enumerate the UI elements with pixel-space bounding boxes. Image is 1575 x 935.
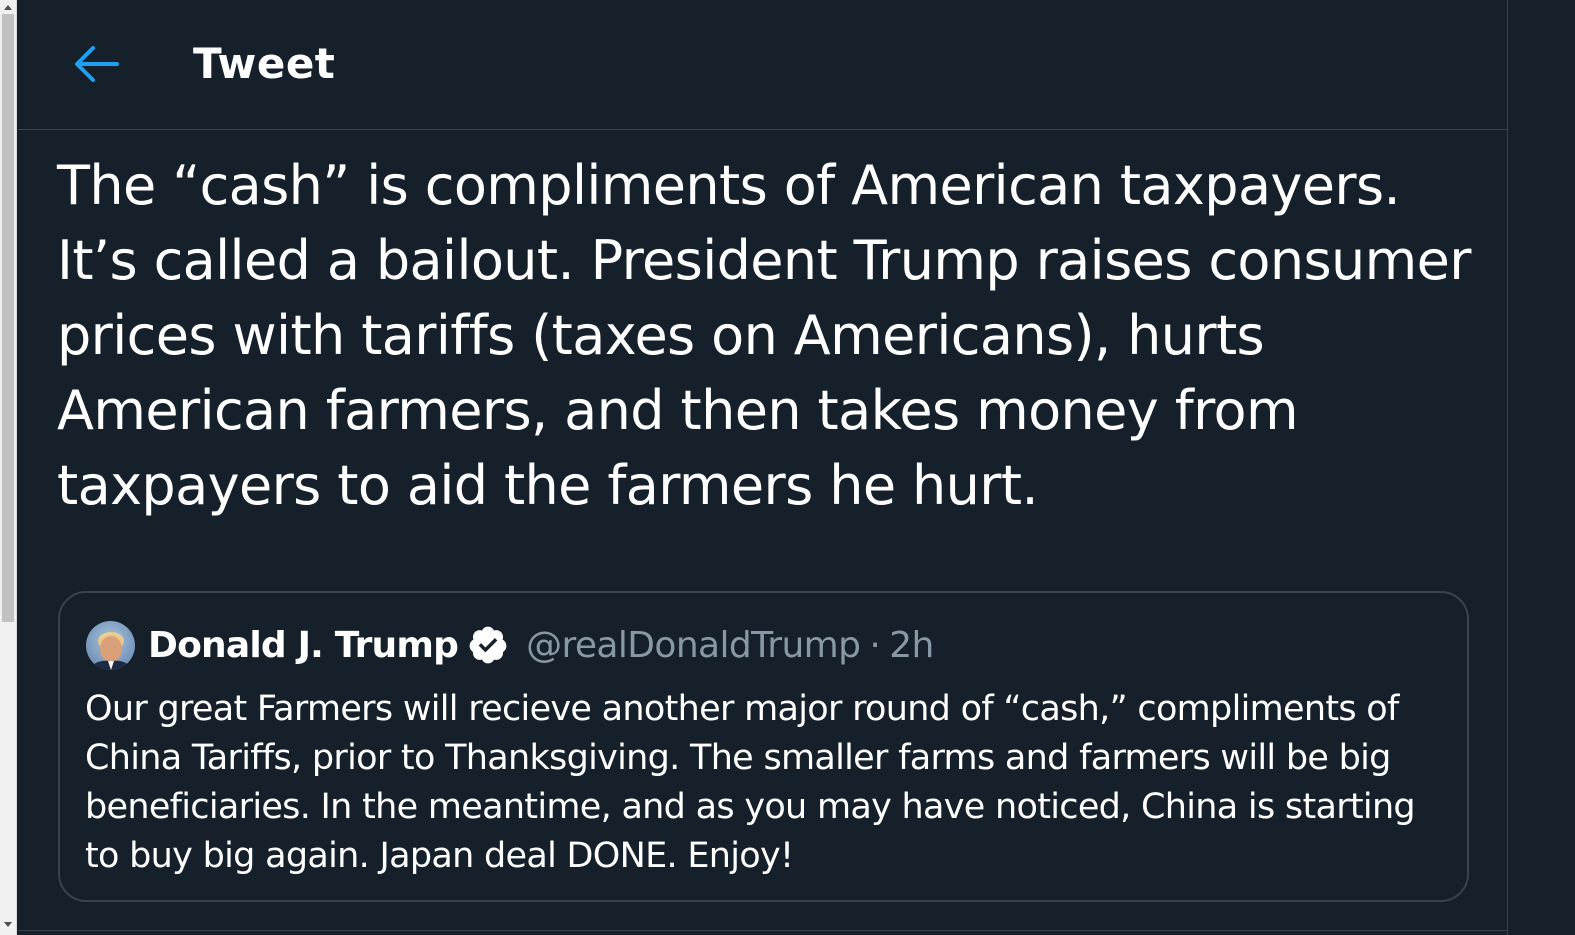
scrollbar-thumb[interactable] (2, 14, 14, 622)
dot-separator: · (869, 624, 881, 666)
page-title: Tweet (193, 39, 336, 88)
quoted-tweet-card[interactable]: Donald J. Trump @realDonaldTrump · 2h Ou… (58, 591, 1469, 902)
page-header: Tweet (18, 0, 1507, 130)
tweet-body-text: The “cash” is compliments of American ta… (57, 154, 1471, 517)
arrow-left-icon (75, 46, 119, 82)
quoted-tweet-header: Donald J. Trump @realDonaldTrump · 2h (86, 619, 934, 671)
avatar[interactable] (86, 620, 135, 670)
scroll-down-icon[interactable] (4, 922, 12, 927)
tweet-page: Tweet The “cash” is compliments of Ameri… (0, 0, 1575, 935)
quoted-author-name[interactable]: Donald J. Trump (148, 625, 459, 666)
browser-scrollbar[interactable] (0, 0, 17, 935)
primary-column: Tweet The “cash” is compliments of Ameri… (18, 0, 1508, 935)
scroll-up-icon[interactable] (4, 5, 12, 10)
verified-badge-icon (467, 624, 509, 666)
quoted-author-handle[interactable]: @realDonaldTrump (526, 625, 861, 666)
divider (18, 930, 1508, 931)
quoted-timestamp[interactable]: 2h (889, 625, 934, 666)
quoted-tweet-text: Our great Farmers will recieve another m… (85, 689, 1416, 876)
right-sidebar (1509, 0, 1575, 935)
back-button[interactable] (64, 32, 128, 96)
